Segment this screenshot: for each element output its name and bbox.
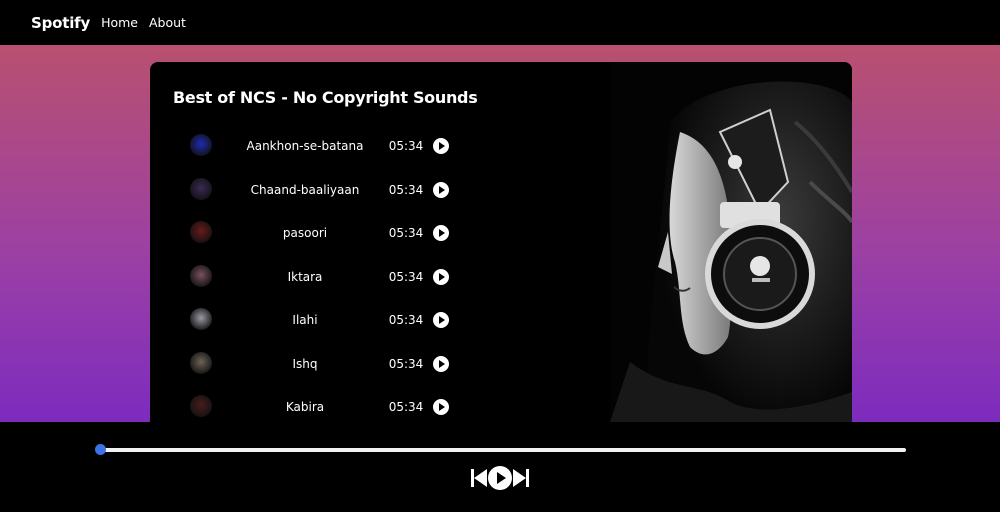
play-song-icon[interactable] bbox=[433, 182, 449, 198]
artwork-image bbox=[610, 62, 852, 422]
song-item[interactable]: Iktara 05:34 bbox=[150, 264, 610, 290]
playlist-title: Best of NCS - No Copyright Sounds bbox=[173, 88, 478, 107]
song-name: Chaand-baaliyaan bbox=[250, 183, 360, 197]
song-name: Iktara bbox=[287, 270, 323, 284]
song-duration: 05:34 bbox=[388, 139, 424, 153]
song-name: Kabira bbox=[285, 400, 325, 414]
song-item[interactable]: Kabira 05:34 bbox=[150, 394, 610, 420]
navbar: Spotify Home About bbox=[0, 0, 1000, 45]
song-name: Ishq bbox=[292, 357, 318, 371]
play-song-icon[interactable] bbox=[433, 356, 449, 372]
headphones-woman-image bbox=[610, 62, 852, 422]
song-duration: 05:34 bbox=[388, 400, 424, 414]
play-song-icon[interactable] bbox=[433, 269, 449, 285]
play-song-icon[interactable] bbox=[433, 138, 449, 154]
song-cover-image bbox=[190, 308, 212, 330]
song-name: Ilahi bbox=[292, 313, 318, 327]
nav-link-about[interactable]: About bbox=[149, 15, 186, 30]
song-duration: 05:34 bbox=[388, 313, 424, 327]
player-controls bbox=[471, 466, 531, 490]
song-item[interactable]: Ishq 05:34 bbox=[150, 351, 610, 377]
nav-link-home[interactable]: Home bbox=[101, 15, 138, 30]
song-cover-image bbox=[190, 352, 212, 374]
play-song-icon[interactable] bbox=[433, 312, 449, 328]
playlist-container: Best of NCS - No Copyright Sounds Aankho… bbox=[150, 62, 852, 422]
player-bar bbox=[0, 422, 1000, 512]
next-icon[interactable] bbox=[513, 469, 529, 491]
song-item[interactable]: Aankhon-se-batana 05:34 bbox=[150, 133, 610, 159]
progress-thumb[interactable] bbox=[95, 444, 106, 455]
song-cover-image bbox=[190, 221, 212, 243]
song-name: Aankhon-se-batana bbox=[246, 139, 364, 153]
song-duration: 05:34 bbox=[388, 270, 424, 284]
progress-bar[interactable] bbox=[100, 448, 906, 452]
brand-logo[interactable]: Spotify bbox=[31, 14, 90, 32]
song-cover-image bbox=[190, 395, 212, 417]
play-song-icon[interactable] bbox=[433, 399, 449, 415]
song-duration: 05:34 bbox=[388, 357, 424, 371]
main-play-icon[interactable] bbox=[488, 466, 512, 494]
song-duration: 05:34 bbox=[388, 183, 424, 197]
song-item[interactable]: pasoori 05:34 bbox=[150, 220, 610, 246]
song-name: pasoori bbox=[282, 226, 328, 240]
song-cover-image bbox=[190, 265, 212, 287]
play-song-icon[interactable] bbox=[433, 225, 449, 241]
song-cover-image bbox=[190, 134, 212, 156]
song-item[interactable]: Ilahi 05:34 bbox=[150, 307, 610, 333]
previous-icon[interactable] bbox=[471, 469, 487, 491]
song-item[interactable]: Chaand-baaliyaan 05:34 bbox=[150, 177, 610, 203]
song-duration: 05:34 bbox=[388, 226, 424, 240]
song-cover-image bbox=[190, 178, 212, 200]
